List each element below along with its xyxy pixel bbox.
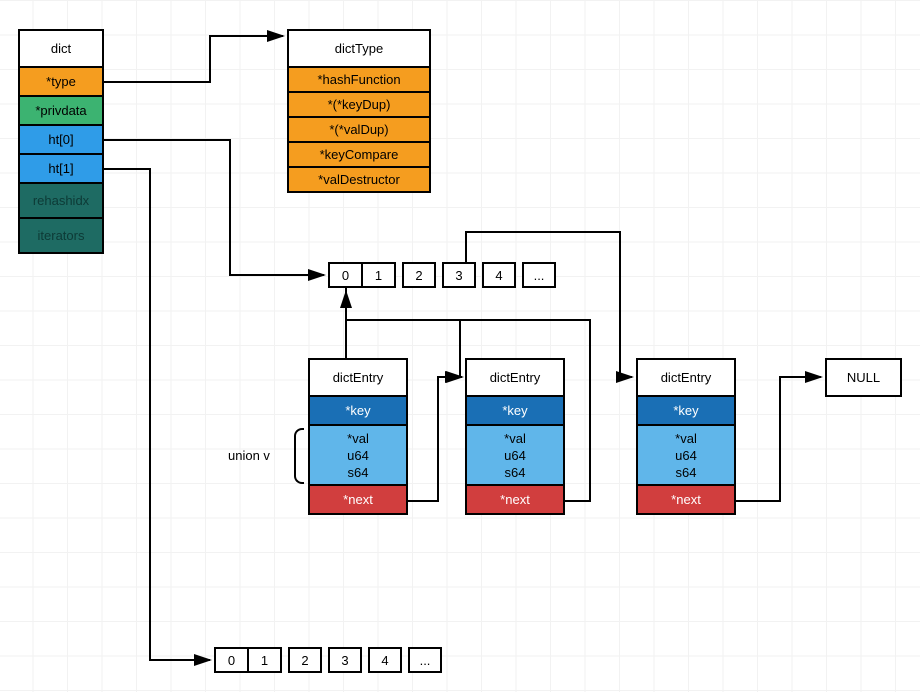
val-line: u64 [347, 447, 369, 464]
dict-rehashidx: rehashidx [18, 184, 104, 219]
dictEntry3-title: dictEntry [636, 358, 736, 397]
dictType-hashFunction: *hashFunction [287, 68, 431, 93]
bucket: 1 [248, 647, 282, 673]
dictType-valDup: *(*valDup) [287, 118, 431, 143]
val-line: s64 [676, 464, 697, 481]
bucket: 3 [328, 647, 362, 673]
bucket: ... [408, 647, 442, 673]
dictEntry2-next: *next [465, 486, 565, 515]
hash-buckets-2: 0 1 2 3 4 ... [214, 647, 442, 673]
dict-title: dict [18, 29, 104, 68]
dict-type: *type [18, 68, 104, 97]
val-line: *val [675, 430, 697, 447]
val-line: s64 [505, 464, 526, 481]
dictType-valDestructor: *valDestructor [287, 168, 431, 193]
bucket: 3 [442, 262, 476, 288]
bucket: ... [522, 262, 556, 288]
dict-ht0: ht[0] [18, 126, 104, 155]
union-v-label: union v [228, 448, 270, 463]
dictEntry1-val: *val u64 s64 [308, 426, 408, 486]
dictEntry2-key: *key [465, 397, 565, 426]
bucket: 4 [482, 262, 516, 288]
null-box: NULL [825, 358, 902, 397]
dictType-title: dictType [287, 29, 431, 68]
brace-icon [294, 428, 304, 484]
dictEntry3-val: *val u64 s64 [636, 426, 736, 486]
val-line: s64 [348, 464, 369, 481]
dict-iterators: iterators [18, 219, 104, 254]
bucket: 4 [368, 647, 402, 673]
dictType-keyDup: *(*keyDup) [287, 93, 431, 118]
bucket: 0 [214, 647, 248, 673]
bucket: 0 [328, 262, 362, 288]
hash-buckets-1: 0 1 2 3 4 ... [328, 262, 556, 288]
dictEntry1-next: *next [308, 486, 408, 515]
dictEntry3-next: *next [636, 486, 736, 515]
bucket: 2 [288, 647, 322, 673]
dictType-keyCompare: *keyCompare [287, 143, 431, 168]
dictEntry1-title: dictEntry [308, 358, 408, 397]
val-line: *val [347, 430, 369, 447]
dictEntry2-val: *val u64 s64 [465, 426, 565, 486]
dictEntry3-key: *key [636, 397, 736, 426]
val-line: u64 [675, 447, 697, 464]
dictEntry1-key: *key [308, 397, 408, 426]
bucket: 2 [402, 262, 436, 288]
val-line: u64 [504, 447, 526, 464]
dictEntry2-title: dictEntry [465, 358, 565, 397]
dict-privdata: *privdata [18, 97, 104, 126]
bucket: 1 [362, 262, 396, 288]
dict-ht1: ht[1] [18, 155, 104, 184]
val-line: *val [504, 430, 526, 447]
